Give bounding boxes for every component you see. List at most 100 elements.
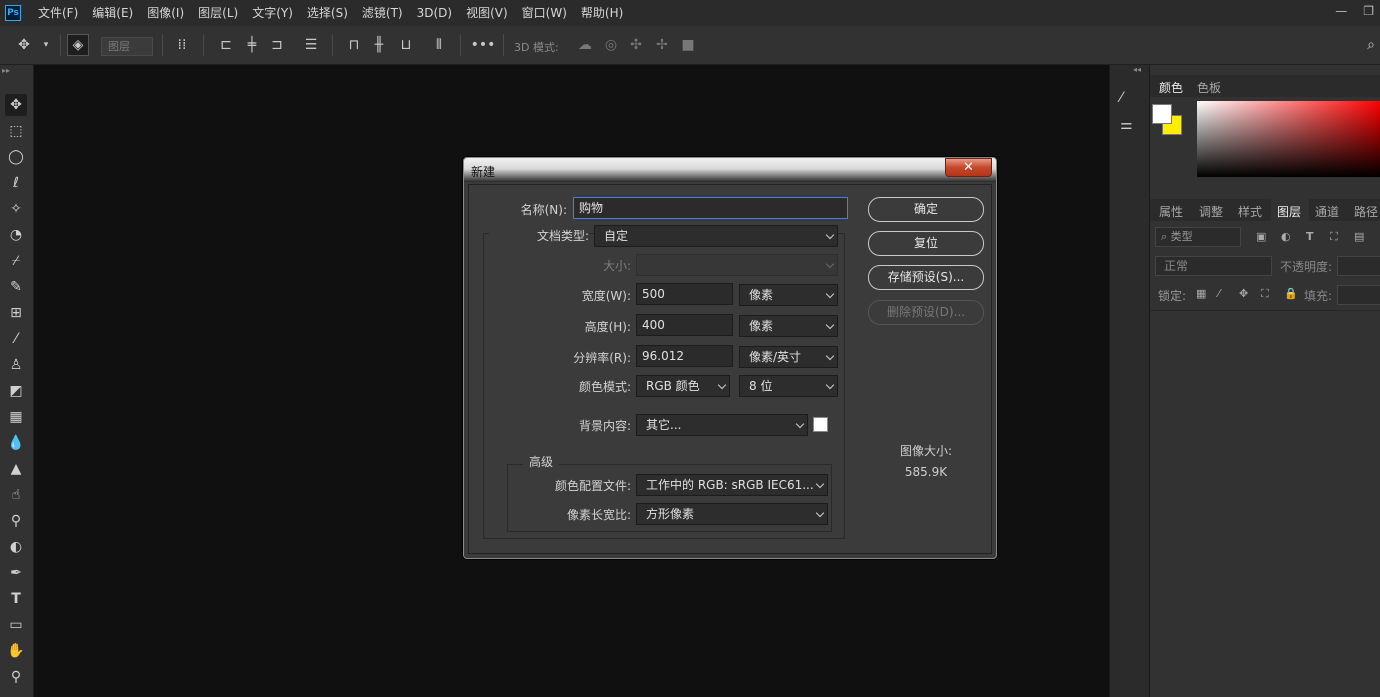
auto-select-icon[interactable]: ◈ [67,34,89,56]
lock-all-icon[interactable]: 🔒 [1284,287,1298,300]
search-icon[interactable]: ⌕ [1362,36,1380,54]
brush-settings-icon[interactable]: ⁄ [1120,90,1140,110]
eraser-icon[interactable]: ◩ [5,380,27,402]
save-preset-button[interactable]: 存储预设(S)... [868,265,984,290]
hand-icon[interactable]: ✋ [5,640,27,662]
adjustments-sliders-icon[interactable]: ⚌ [1120,117,1140,137]
filter-type-icon[interactable]: T [1306,230,1314,243]
sponge-icon[interactable]: ◐ [5,536,27,558]
3d-slide-icon[interactable]: ✢ [653,36,671,54]
distribute-horizontal-icon[interactable]: ⫴ [430,36,448,54]
elliptical-marquee-icon[interactable]: ◯ [5,146,27,168]
blur-icon[interactable]: 💧 [5,432,27,454]
align-right-icon[interactable]: ⊐ [268,36,286,54]
tab-properties[interactable]: 属性 [1159,203,1183,220]
smudge-icon[interactable]: ☝ [5,484,27,506]
dodge-icon[interactable]: ⚲ [5,510,27,532]
name-input[interactable]: 购物 [573,197,848,219]
color-spectrum-picker[interactable] [1197,101,1380,177]
restore-icon[interactable]: ❐ [1363,4,1374,18]
background-contents-select[interactable]: 其它... [636,414,808,436]
align-left-icon[interactable]: ⊏ [217,36,235,54]
width-input[interactable]: 500 [636,283,733,305]
tab-channels[interactable]: 通道 [1315,203,1339,220]
filter-shape-icon[interactable]: ⛶ [1330,230,1338,244]
brush-icon[interactable]: ⁄ [5,328,27,350]
healing-brush-icon[interactable]: ⊞ [5,302,27,324]
document-type-select[interactable]: 自定 [594,225,838,247]
align-bottom-icon[interactable]: ⊔ [397,36,415,54]
align-top-icon[interactable]: ⊓ [345,36,363,54]
magic-wand-icon[interactable]: ✧ [5,198,27,220]
foreground-color-swatch[interactable] [1152,104,1172,124]
resolution-unit-select[interactable]: 像素/英寸 [739,346,838,368]
move-tool-icon[interactable]: ✥ [15,36,33,54]
menu-file[interactable]: 文件(F) [31,0,85,26]
filter-image-icon[interactable]: ▣ [1256,230,1266,243]
color-profile-select[interactable]: 工作中的 RGB: sRGB IEC61... [636,474,828,496]
height-input[interactable]: 400 [636,314,733,336]
lasso-icon[interactable]: ℓ [5,172,27,194]
tab-paths[interactable]: 路径 [1354,203,1378,220]
menu-view[interactable]: 视图(V) [459,0,515,26]
bit-depth-select[interactable]: 8 位 [739,375,838,397]
sharpen-icon[interactable]: ▲ [5,458,27,480]
tab-color[interactable]: 颜色 [1159,79,1183,96]
rectangle-shape-icon[interactable]: ▭ [5,614,27,636]
lock-image-icon[interactable]: ⁄ [1218,287,1220,300]
align-horizontal-center-icon[interactable]: ╪ [243,36,261,54]
width-unit-select[interactable]: 像素 [739,284,838,306]
lock-position-icon[interactable]: ✥ [1239,287,1248,300]
menu-select[interactable]: 选择(S) [300,0,355,26]
quick-selection-icon[interactable]: ◔ [5,224,27,246]
height-unit-select[interactable]: 像素 [739,315,838,337]
clone-stamp-icon[interactable]: ♙ [5,354,27,376]
tab-layers[interactable]: 图层 [1277,203,1301,220]
minimize-icon[interactable]: — [1335,4,1347,18]
color-mode-select[interactable]: RGB 颜色 [636,375,730,397]
menu-type[interactable]: 文字(Y) [245,0,300,26]
3d-camera-icon[interactable]: ■ [679,36,697,54]
menu-window[interactable]: 窗口(W) [515,0,574,26]
opacity-input[interactable] [1337,256,1380,276]
collapse-arrows-icon[interactable]: ▸▸ [2,66,10,75]
tab-adjustments[interactable]: 调整 [1199,203,1223,220]
crop-icon[interactable]: ⌿ [5,250,27,272]
menu-edit[interactable]: 编辑(E) [85,0,140,26]
dialog-titlebar[interactable]: 新建 ✕ [464,158,996,182]
tab-swatches[interactable]: 色板 [1197,79,1221,96]
chevron-down-icon[interactable]: ▾ [37,36,55,54]
filter-smart-object-icon[interactable]: ▤ [1354,230,1364,243]
background-color-swatch[interactable] [813,417,828,432]
align-vertical-center-icon[interactable]: ╫ [370,36,388,54]
blend-mode-select[interactable]: 正常 [1155,256,1272,276]
filter-adjustment-icon[interactable]: ◐ [1281,230,1291,243]
ok-button[interactable]: 确定 [868,197,984,222]
auto-select-target-select[interactable]: 图层 [101,37,153,56]
collapse-arrows-icon[interactable]: ◂◂ [1133,65,1141,74]
3d-pan-icon[interactable]: ✣ [627,36,645,54]
pen-icon[interactable]: ✒ [5,562,27,584]
3d-roll-icon[interactable]: ◎ [602,36,620,54]
rectangular-marquee-icon[interactable]: ⬚ [5,120,27,142]
reset-button[interactable]: 复位 [868,231,984,256]
eyedropper-icon[interactable]: ✎ [5,276,27,298]
menu-image[interactable]: 图像(I) [140,0,191,26]
pixel-aspect-select[interactable]: 方形像素 [636,503,828,525]
zoom-icon[interactable]: ⚲ [5,666,27,688]
transform-controls-icon[interactable]: ⁞⁞ [173,36,191,54]
resolution-input[interactable]: 96.012 [636,345,733,367]
distribute-vertical-icon[interactable]: ☰ [302,36,320,54]
lock-artboard-icon[interactable]: ⛶ [1261,287,1269,301]
tab-styles[interactable]: 样式 [1238,203,1262,220]
3d-orbit-icon[interactable]: ☁ [576,36,594,54]
gradient-icon[interactable]: ▦ [5,406,27,428]
menu-layer[interactable]: 图层(L) [191,0,245,26]
menu-filter[interactable]: 滤镜(T) [355,0,410,26]
more-options-icon[interactable]: ••• [471,36,496,54]
type-tool-icon[interactable]: T [5,588,27,610]
menu-help[interactable]: 帮助(H) [574,0,630,26]
menu-3d[interactable]: 3D(D) [410,0,459,26]
layer-filter-select[interactable]: ⌕ 类型 [1155,227,1241,247]
fill-input[interactable] [1337,285,1380,305]
